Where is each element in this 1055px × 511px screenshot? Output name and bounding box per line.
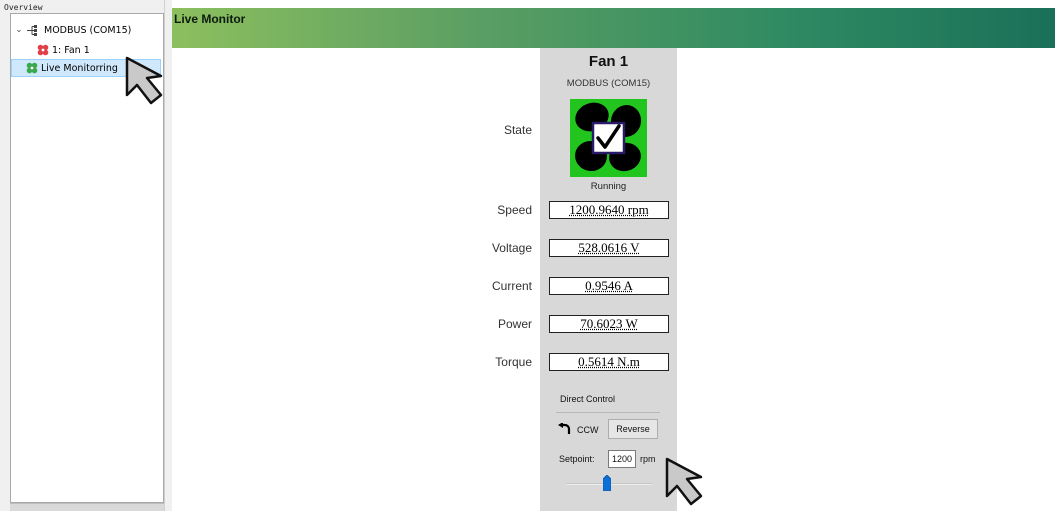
speed-value: 1200.9640 rpm <box>549 201 669 219</box>
overview-scrollbar[interactable] <box>10 503 164 511</box>
cursor-pointer-icon <box>664 456 716 511</box>
current-label: Current <box>491 279 532 293</box>
fan-icon <box>26 62 38 74</box>
device-bus: MODBUS (COM15) <box>566 78 651 89</box>
setpoint-unit: rpm <box>640 454 656 464</box>
state-label: State <box>503 123 532 137</box>
device-name: Fan 1 <box>588 53 629 70</box>
title-banner: Live Monitor <box>172 8 1055 48</box>
chevron-down-icon[interactable]: ⌄ <box>13 25 25 35</box>
device-panel: Fan 1 MODBUS (COM15) Running 1200.9640 r… <box>540 48 677 511</box>
setpoint-slider-thumb[interactable] <box>602 474 612 492</box>
page-title: Live Monitor <box>174 12 246 26</box>
tree-item-label: Live Monitorring <box>41 62 118 74</box>
speed-label: Speed <box>497 203 532 217</box>
overview-header: Overview <box>4 3 43 12</box>
fan-running-check-icon <box>570 99 647 177</box>
tree-item-label: MODBUS (COM15) <box>44 24 132 36</box>
power-label: Power <box>497 317 532 331</box>
torque-value: 0.5614 N.m <box>549 353 669 371</box>
tree-item-fan-1[interactable]: 1: Fan 1 <box>35 41 90 59</box>
network-icon <box>27 24 41 36</box>
power-value: 70.6023 W <box>549 315 669 333</box>
rotate-ccw-icon <box>558 422 572 438</box>
setpoint-input[interactable]: 1200 <box>608 450 636 468</box>
live-monitor-view: Live Monitor State Speed Voltage Current… <box>172 0 1055 511</box>
reverse-button[interactable]: Reverse <box>608 419 658 439</box>
setpoint-label: Setpoint: <box>559 454 595 464</box>
direct-control-label: Direct Control <box>560 394 616 404</box>
current-value: 0.9546 A <box>549 277 669 295</box>
direction-text: CCW <box>577 425 599 435</box>
state-value: Running <box>590 181 627 192</box>
tree-item-modbus[interactable]: ⌄ MODBUS (COM15) <box>13 21 131 39</box>
fan-icon <box>37 44 49 56</box>
direct-control-divider <box>556 412 660 413</box>
voltage-label: Voltage <box>491 241 532 255</box>
torque-label: Torque <box>495 355 532 369</box>
voltage-value: 528.0616 V <box>549 239 669 257</box>
cursor-pointer-icon <box>124 55 176 110</box>
tree-item-label: 1: Fan 1 <box>52 44 90 56</box>
